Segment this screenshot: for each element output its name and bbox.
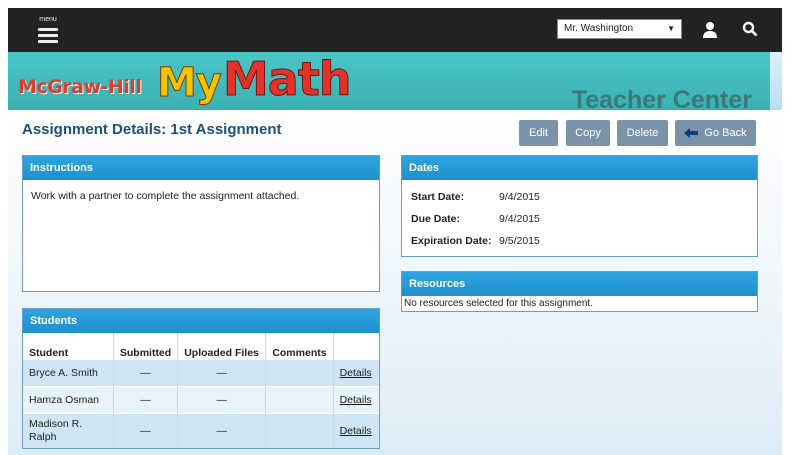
- user-icon[interactable]: [702, 21, 718, 39]
- copy-button[interactable]: Copy: [566, 120, 610, 146]
- submitted-cell: —: [113, 359, 179, 387]
- comments-cell: [265, 386, 334, 414]
- instructions-header: Instructions: [23, 156, 379, 180]
- start-date-row: Start Date: 9/4/2015: [411, 191, 540, 203]
- top-bar: menu Mr. Washington ▼: [8, 8, 782, 52]
- column-header: Comments: [265, 333, 334, 360]
- expiration-date-label: Expiration Date:: [411, 235, 492, 247]
- chevron-down-icon: ▼: [667, 24, 675, 33]
- hamburger-icon: [38, 28, 58, 46]
- logo-math: Math: [223, 52, 353, 107]
- go-back-label: Go Back: [704, 127, 747, 139]
- student-name: Madison R. Ralph: [23, 413, 114, 448]
- dates-header: Dates: [402, 156, 757, 180]
- expiration-date-row: Expiration Date: 9/5/2015: [411, 235, 540, 247]
- dates-panel: Dates Start Date: 9/4/2015 Due Date: 9/4/2…: [401, 155, 758, 257]
- table-row: Hamza Osman — — Details: [23, 386, 379, 414]
- students-panel: Students Student Submitted Uploaded File…: [22, 308, 380, 449]
- go-back-button[interactable]: Go Back: [675, 120, 756, 146]
- resources-header: Resources: [402, 272, 757, 296]
- logo-publisher: McGraw-Hill: [18, 76, 142, 98]
- delete-button[interactable]: Delete: [617, 120, 668, 146]
- menu-button[interactable]: menu: [36, 16, 60, 46]
- details-link[interactable]: Details: [340, 367, 372, 379]
- due-date-value: 9/4/2015: [499, 213, 540, 225]
- brand-banner: McGraw-Hill My Math Teacher Center: [8, 52, 770, 114]
- menu-label: menu: [39, 16, 57, 23]
- comments-cell: [265, 359, 334, 387]
- submitted-cell: —: [113, 386, 179, 414]
- student-name: Hamza Osman: [23, 386, 114, 414]
- details-link[interactable]: Details: [340, 425, 372, 437]
- table-header-row: Student Submitted Uploaded Files Comment…: [23, 333, 379, 360]
- uploaded-files-cell: —: [177, 386, 267, 414]
- details-link[interactable]: Details: [340, 394, 372, 406]
- column-header: Uploaded Files: [177, 333, 267, 360]
- due-date-row: Due Date: 9/4/2015: [411, 213, 540, 225]
- expiration-date-value: 9/5/2015: [499, 235, 540, 247]
- start-date-value: 9/4/2015: [499, 191, 540, 203]
- instructions-text: Work with a partner to complete the assi…: [31, 190, 300, 202]
- submitted-cell: —: [113, 413, 179, 448]
- students-table: Student Submitted Uploaded Files Comment…: [23, 333, 379, 448]
- instructions-panel: Instructions Work with a partner to comp…: [22, 155, 380, 292]
- uploaded-files-cell: —: [177, 413, 267, 448]
- column-header: Submitted: [113, 333, 179, 360]
- resources-text: No resources selected for this assignmen…: [404, 298, 593, 309]
- table-row: Madison R. Ralph — — Details: [23, 413, 379, 448]
- logo-my: My: [157, 60, 223, 107]
- table-row: Bryce A. Smith — — Details: [23, 359, 379, 387]
- search-icon[interactable]: [742, 21, 758, 37]
- banner-edge: [770, 52, 782, 110]
- column-header: [333, 333, 379, 360]
- resources-panel: Resources No resources selected for this…: [401, 271, 758, 312]
- comments-cell: [265, 413, 334, 448]
- teacher-select[interactable]: Mr. Washington ▼: [557, 19, 682, 39]
- teacher-select-value: Mr. Washington: [564, 23, 634, 34]
- edit-button[interactable]: Edit: [519, 120, 558, 146]
- student-name: Bryce A. Smith: [23, 359, 114, 387]
- due-date-label: Due Date:: [411, 213, 461, 225]
- arrow-left-icon: [684, 128, 699, 139]
- students-header: Students: [23, 309, 379, 333]
- column-header: Student: [23, 333, 114, 360]
- page-title: Assignment Details: 1st Assignment: [22, 121, 282, 138]
- uploaded-files-cell: —: [177, 359, 267, 387]
- start-date-label: Start Date:: [411, 191, 465, 203]
